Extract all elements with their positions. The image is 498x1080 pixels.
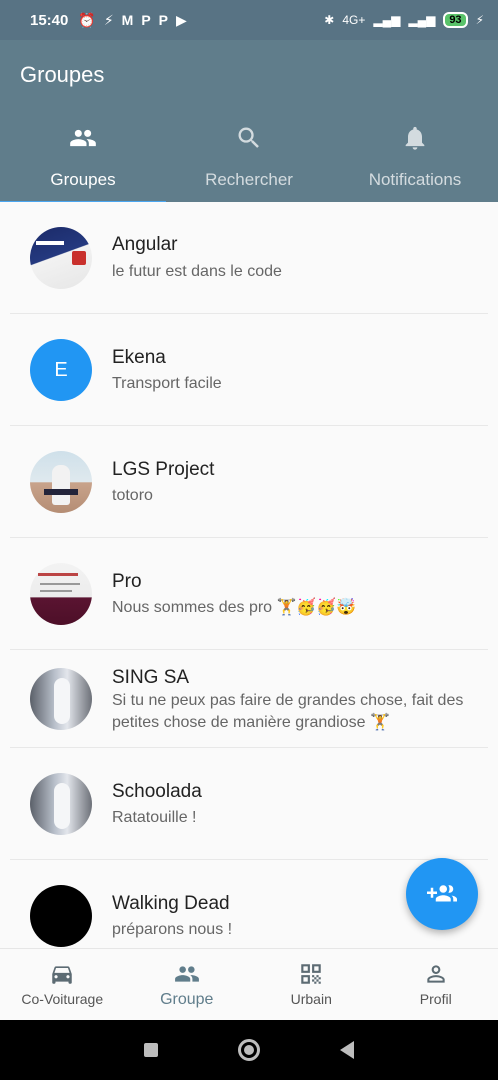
nav-groupe[interactable]: Groupe xyxy=(125,949,250,1020)
nav-urbain[interactable]: Urbain xyxy=(249,949,374,1020)
battery-icon: 93 xyxy=(443,12,468,28)
list-item[interactable]: Angular le futur est dans le code xyxy=(10,202,488,314)
tab-label: Rechercher xyxy=(205,170,293,189)
charging-icon: ⚡ xyxy=(475,13,484,27)
tab-label: Groupes xyxy=(50,170,116,189)
signal-icon: ▂▄▆ xyxy=(408,13,436,27)
person-icon xyxy=(427,965,445,983)
list-item[interactable]: SING SA Si tu ne peux pas faire de grand… xyxy=(10,650,488,748)
avatar xyxy=(30,773,92,835)
recent-apps-button[interactable] xyxy=(144,1043,158,1057)
tab-groupes[interactable]: Groupes xyxy=(0,120,166,202)
app-bar: Groupes Groupes Rechercher Notifications xyxy=(0,40,498,204)
group-name: Ekena xyxy=(112,347,166,368)
group-description: Ratatouille ! xyxy=(112,809,197,826)
youtube-icon: ▶ xyxy=(176,11,187,28)
people-icon xyxy=(174,966,199,982)
nav-label: Profil xyxy=(419,991,452,1007)
status-time: 15:40 xyxy=(30,11,69,29)
network-type: 4G+ xyxy=(342,13,366,27)
status-bar: 15:40 ⏰ ⚡ M P P ▶ ✱ 4G+ ▂▄▆ ▂▄▆ 93 ⚡ xyxy=(0,0,498,40)
avatar xyxy=(30,451,92,513)
tab-notifications[interactable]: Notifications xyxy=(332,120,498,202)
group-name: Angular xyxy=(112,234,178,255)
gmail-icon: M xyxy=(121,12,134,28)
p-icon: P xyxy=(141,12,151,28)
car-icon xyxy=(52,966,72,984)
bottom-nav: Co-Voiturage Groupe Urbain Profil xyxy=(0,948,498,1020)
group-list[interactable]: Angular le futur est dans le code E Eken… xyxy=(0,202,498,948)
tab-bar: Groupes Rechercher Notifications xyxy=(0,120,498,204)
group-name: Walking Dead xyxy=(112,893,230,914)
search-icon xyxy=(238,127,259,148)
people-icon xyxy=(70,129,96,147)
system-status-icons: ✱ 4G+ ▂▄▆ ▂▄▆ 93 ⚡ xyxy=(324,12,484,28)
nav-co-voiturage[interactable]: Co-Voiturage xyxy=(0,949,125,1020)
group-name: LGS Project xyxy=(112,459,215,480)
tab-label: Notifications xyxy=(368,170,462,189)
p-icon: P xyxy=(158,12,169,28)
alarm-icon: ⏰ xyxy=(78,11,96,28)
notification-icons: ⏰ ⚡ M P P ▶ xyxy=(78,12,186,29)
list-item[interactable]: Pro Nous sommes des pro 🏋️🥳🥳🤯 xyxy=(10,538,488,650)
qr-code-icon xyxy=(301,964,321,984)
nav-label: Co-Voiturage xyxy=(21,991,104,1007)
page-title: Groupes xyxy=(20,62,105,87)
messenger-icon: ⚡ xyxy=(103,11,114,28)
avatar xyxy=(30,227,92,289)
add-group-button[interactable] xyxy=(406,858,478,930)
back-button[interactable] xyxy=(340,1041,354,1059)
group-description: préparons nous ! xyxy=(112,921,233,938)
group-description: totoro xyxy=(112,487,153,504)
bluetooth-icon: ✱ xyxy=(324,13,335,27)
signal-icon: ▂▄▆ xyxy=(373,13,401,27)
avatar xyxy=(30,885,92,947)
avatar xyxy=(30,563,92,625)
tab-rechercher[interactable]: Rechercher xyxy=(166,120,332,202)
avatar xyxy=(30,668,92,730)
list-item[interactable]: Schoolada Ratatouille ! xyxy=(10,748,488,860)
list-item[interactable]: E Ekena Transport facile xyxy=(10,314,488,426)
group-add-icon xyxy=(427,885,457,902)
group-description: Transport facile xyxy=(112,375,222,392)
home-button[interactable] xyxy=(238,1039,260,1061)
system-nav-bar xyxy=(0,1020,498,1080)
nav-label: Groupe xyxy=(160,991,214,1008)
bell-icon xyxy=(405,126,425,150)
group-name: Schoolada xyxy=(112,781,202,802)
list-item[interactable]: LGS Project totoro xyxy=(10,426,488,538)
group-description: Si tu ne peux pas faire de grandes chose… xyxy=(112,692,464,731)
group-name: SING SA xyxy=(112,667,190,688)
nav-profil[interactable]: Profil xyxy=(374,949,498,1020)
group-description: le futur est dans le code xyxy=(112,263,282,280)
group-name: Pro xyxy=(112,571,142,592)
nav-label: Urbain xyxy=(290,991,332,1007)
group-description: Nous sommes des pro 🏋️🥳🥳🤯 xyxy=(112,599,357,616)
avatar: E xyxy=(30,339,92,401)
